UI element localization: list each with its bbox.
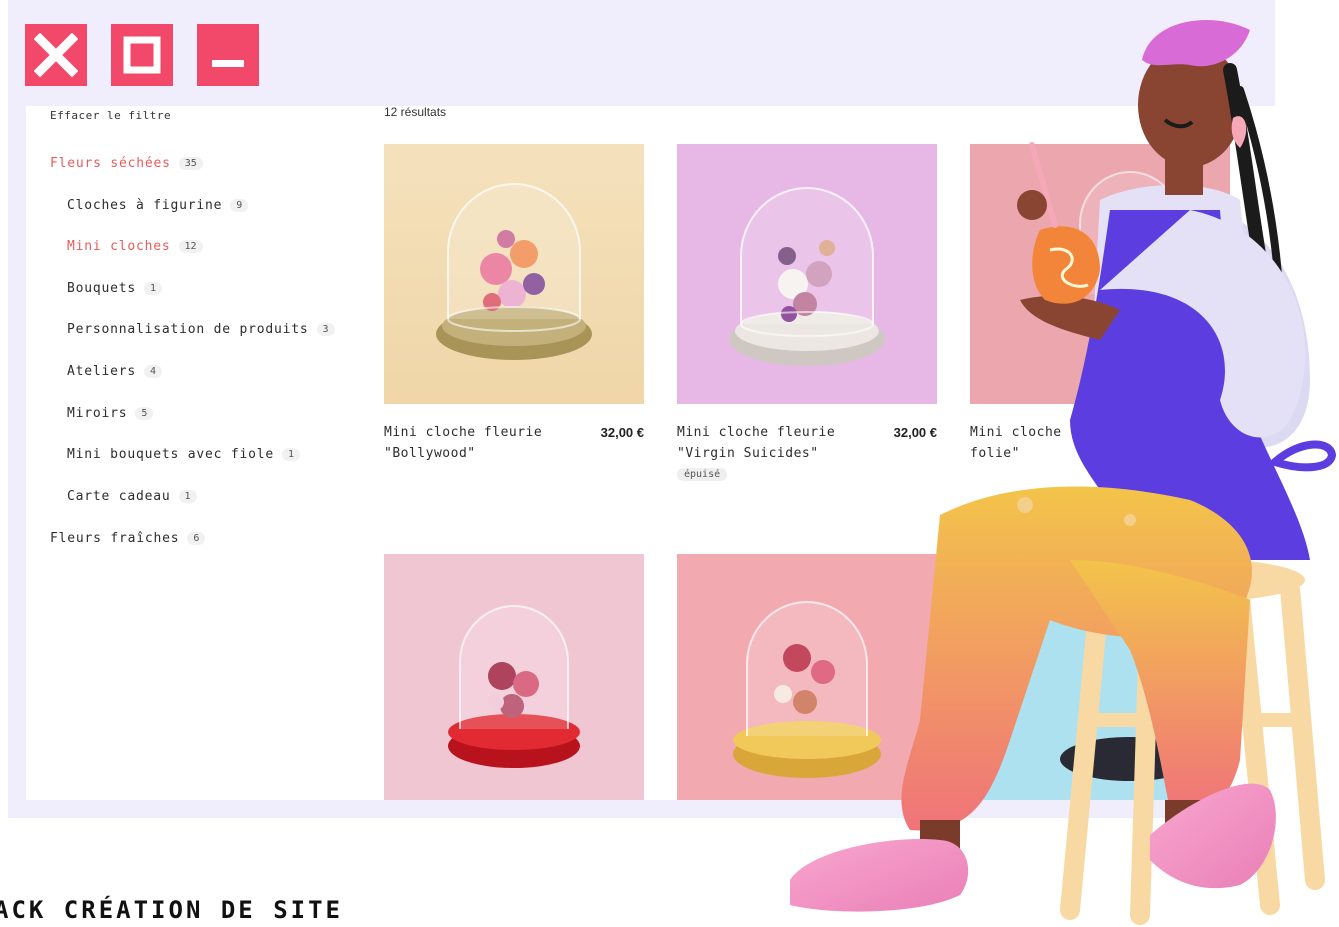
category-count: 6	[187, 532, 206, 545]
category-label: Cloches à figurine	[67, 198, 223, 213]
category-count: 1	[282, 448, 301, 461]
category-label: Mini bouquets avec fiole	[67, 447, 275, 462]
category-label: Carte cadeau	[67, 489, 171, 504]
category-mini-cloches[interactable]: Mini cloches 12	[67, 239, 203, 254]
category-label: Bouquets	[67, 281, 137, 296]
category-count: 5	[135, 407, 154, 420]
product-card[interactable]: Mini cloche fleurie "Bollywood" 32,00 €	[384, 144, 644, 461]
clear-filter-link[interactable]: Effacer le filtre	[50, 109, 171, 122]
dome-photo	[384, 554, 644, 800]
category-label: Ateliers	[67, 364, 137, 379]
product-image[interactable]	[384, 554, 644, 800]
category-cloches-figurine[interactable]: Cloches à figurine 9	[67, 198, 249, 213]
category-carte-cadeau[interactable]: Carte cadeau 1	[67, 489, 197, 504]
dome-photo	[384, 144, 644, 404]
close-button[interactable]	[25, 24, 87, 86]
category-mini-bouquets[interactable]: Mini bouquets avec fiole 1	[67, 447, 301, 462]
maximize-button[interactable]	[111, 24, 173, 86]
sold-out-badge: épuisé	[677, 468, 728, 481]
close-icon	[34, 33, 78, 77]
product-title[interactable]: Mini cloche fleurie "Bollywood"	[384, 422, 564, 464]
product-price: 32,00 €	[600, 425, 644, 440]
category-fleurs-fraiches[interactable]: Fleurs fraîches 6	[50, 531, 206, 546]
category-count: 9	[230, 199, 249, 212]
product-card[interactable]	[384, 554, 644, 800]
category-label: Fleurs fraîches	[50, 531, 180, 546]
category-bouquets[interactable]: Bouquets 1	[67, 281, 163, 296]
minimize-button[interactable]	[197, 24, 259, 86]
category-miroirs[interactable]: Miroirs 5	[67, 406, 154, 421]
product-image[interactable]	[384, 144, 644, 404]
page-caption: ACK CRÉATION DE SITE	[0, 896, 343, 924]
category-label: Fleurs séchées	[50, 156, 171, 171]
category-label: Miroirs	[67, 406, 128, 421]
category-count: 12	[178, 240, 203, 253]
category-fleurs-sechees[interactable]: Fleurs séchées 35	[50, 156, 203, 171]
category-label: Personnalisation de produits	[67, 322, 309, 337]
minimize-icon	[212, 60, 244, 67]
category-count: 3	[316, 323, 335, 336]
category-count: 1	[144, 282, 163, 295]
category-ateliers[interactable]: Ateliers 4	[67, 364, 163, 379]
category-label: Mini cloches	[67, 239, 171, 254]
category-count: 4	[144, 365, 163, 378]
woman-painting-illustration	[790, 20, 1337, 925]
results-count: 12 résultats	[384, 106, 447, 119]
category-sidebar: Effacer le filtre Fleurs séchées 35 Cloc…	[26, 106, 356, 800]
category-count: 1	[178, 490, 197, 503]
maximize-icon	[123, 36, 161, 74]
category-personnalisation[interactable]: Personnalisation de produits 3	[67, 322, 335, 337]
category-count: 35	[178, 157, 203, 170]
